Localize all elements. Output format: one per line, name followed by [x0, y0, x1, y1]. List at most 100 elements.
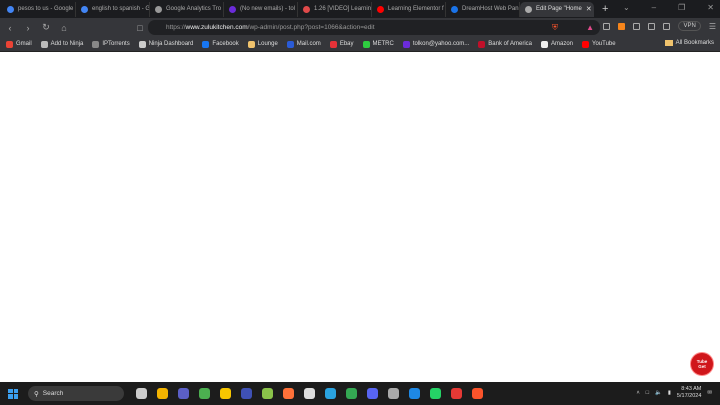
bookmark-item[interactable]: Facebook — [202, 40, 239, 48]
bookmark-label: IPTorrents — [102, 41, 130, 47]
vpn-button[interactable]: VPN — [678, 21, 701, 31]
tab[interactable]: pesos to us - Google — [2, 1, 76, 17]
all-bookmarks[interactable]: All Bookmarks — [664, 40, 714, 46]
brave-rewards-icon[interactable]: ▲ — [586, 23, 594, 32]
minimize-icon[interactable]: – — [652, 3, 656, 12]
bookmark-item[interactable]: Ninja Dashboard — [138, 40, 194, 48]
tab-title: (No new emails) - tol — [240, 6, 296, 12]
tab[interactable]: (No new emails) - tol — [224, 1, 298, 17]
tab[interactable]: Edit Page "Home ✕ — [520, 1, 594, 17]
taskbar-app-icon[interactable] — [283, 388, 294, 399]
tab[interactable]: english to spanish - G — [76, 1, 150, 17]
bookmark-item[interactable]: Bank of America — [478, 40, 532, 48]
extensions-puzzle-icon[interactable] — [633, 22, 641, 30]
sidebar-icon[interactable] — [648, 22, 656, 30]
tab[interactable]: Google Analytics Tro — [150, 1, 224, 17]
tab-search-icon[interactable]: ⌄ — [623, 3, 630, 12]
tab[interactable]: Learning Elementor f — [372, 1, 446, 17]
home-icon[interactable]: ⌂ — [56, 23, 72, 33]
bookmark-item[interactable]: Add to Ninja — [40, 40, 84, 48]
taskbar-app-icon[interactable] — [472, 388, 483, 399]
bookmark-item[interactable]: METRC — [362, 40, 394, 48]
address-bar[interactable]: https://www.zulukitchen.com/wp-admin/pos… — [148, 20, 600, 35]
extension-icon[interactable] — [603, 22, 611, 30]
taskbar-app-icon[interactable] — [367, 388, 378, 399]
bookmark-label: tolkon@yahoo.com... — [412, 41, 470, 47]
bookmark-label: Gmail — [16, 41, 32, 47]
tubeget-button[interactable]: Tube Get — [691, 353, 713, 375]
taskbar-app-icon[interactable] — [451, 388, 462, 399]
taskbar-app-icon[interactable] — [241, 388, 252, 399]
tab-title: Google Analytics Tro — [166, 6, 222, 12]
tab-title: Edit Page "Home — [536, 6, 582, 12]
bookmark-favicon-icon — [582, 40, 589, 48]
bookmark-label: Ninja Dashboard — [148, 41, 194, 47]
favicon-icon — [229, 5, 236, 13]
bookmark-favicon-icon — [286, 40, 294, 48]
wallet-icon[interactable] — [663, 22, 671, 30]
taskbar-app-icon[interactable] — [199, 388, 210, 399]
tab[interactable]: DreamHost Web Pan — [446, 1, 520, 17]
bookmark-favicon-icon — [329, 40, 337, 48]
taskbar-app-icon[interactable] — [388, 388, 399, 399]
network-icon[interactable]: □ — [646, 390, 649, 396]
favicon-icon — [303, 5, 310, 13]
tab-title: Learning Elementor f — [388, 6, 444, 12]
close-icon[interactable]: ✕ — [586, 5, 592, 13]
bookmark-label: Add to Ninja — [50, 41, 84, 47]
bookmark-label: METRC — [372, 41, 394, 47]
menu-icon[interactable]: ☰ — [709, 22, 716, 31]
restore-icon[interactable]: ❐ — [678, 3, 685, 12]
bookmark-favicon-icon — [402, 40, 410, 48]
bookmarks-bar: Gmail Add to Ninja IPTorrents Ninja Dashboa… — [0, 37, 720, 52]
favicon-icon — [81, 5, 88, 13]
bookmark-label: Mail.com — [296, 41, 321, 47]
bookmark-label: Bank of America — [488, 41, 532, 47]
tab-title: english to spanish - G — [92, 6, 150, 12]
bookmark-item[interactable]: tolkon@yahoo.com... — [402, 40, 470, 48]
favicon-icon — [451, 5, 458, 13]
taskbar-search[interactable]: ⚲ Search — [28, 386, 124, 401]
bookmark-item[interactable]: Gmail — [6, 40, 32, 48]
taskbar-app-icon[interactable] — [430, 388, 441, 399]
new-tab-button[interactable]: + — [602, 3, 608, 15]
reload-icon[interactable]: ↻ — [38, 22, 54, 33]
back-icon[interactable]: ‹ — [2, 23, 18, 33]
taskbar-app-icon[interactable] — [346, 388, 357, 399]
taskbar-app-icon[interactable] — [325, 388, 336, 399]
taskbar-app-icon[interactable] — [136, 388, 147, 399]
metamask-icon[interactable] — [618, 22, 626, 30]
taskbar-app-icon[interactable] — [157, 388, 168, 399]
brave-shields-icon[interactable]: ⛨ — [552, 23, 558, 33]
bookmark-item[interactable]: YouTube — [582, 40, 616, 48]
tab[interactable]: 1.26 [VIDEO] Learnin — [298, 1, 372, 17]
notification-icon[interactable]: ✉ — [707, 390, 712, 396]
bookmark-item[interactable]: Amazon — [540, 40, 573, 48]
close-window-icon[interactable]: ✕ — [707, 3, 714, 12]
bookmark-label: Ebay — [339, 41, 354, 47]
browser-toolbar: ‹ › ↻ ⌂ □ https://www.zulukitchen.com/wp… — [0, 18, 720, 37]
search-icon: ⚲ — [34, 390, 39, 398]
bookmark-favicon-icon — [478, 40, 486, 48]
favicon-icon — [155, 5, 162, 13]
forward-icon[interactable]: › — [20, 23, 36, 33]
taskbar-app-icon[interactable] — [409, 388, 420, 399]
bookmark-icon[interactable]: □ — [132, 23, 148, 33]
bookmark-item[interactable]: Ebay — [329, 40, 354, 48]
clock[interactable]: 8:43 AM 5/17/2024 — [677, 386, 701, 400]
taskbar-app-icon[interactable] — [262, 388, 273, 399]
battery-icon[interactable]: ▮ — [668, 390, 671, 396]
volume-icon[interactable]: 🔈 — [655, 390, 662, 396]
tab-title: 1.26 [VIDEO] Learnin — [314, 6, 372, 12]
bookmark-item[interactable]: Lounge — [247, 40, 278, 48]
all-bookmarks-label: All Bookmarks — [675, 40, 714, 46]
taskbar-app-icon[interactable] — [304, 388, 315, 399]
start-icon[interactable] — [8, 388, 18, 399]
taskbar-app-icon[interactable] — [220, 388, 231, 399]
bookmark-item[interactable]: Mail.com — [286, 40, 321, 48]
favicon-icon — [7, 5, 14, 13]
bookmark-item[interactable]: IPTorrents — [92, 40, 130, 48]
chevron-up-icon[interactable]: ˄ — [636, 390, 639, 396]
url-domain: www.zulukitchen.com — [185, 24, 248, 31]
taskbar-app-icon[interactable] — [178, 388, 189, 399]
